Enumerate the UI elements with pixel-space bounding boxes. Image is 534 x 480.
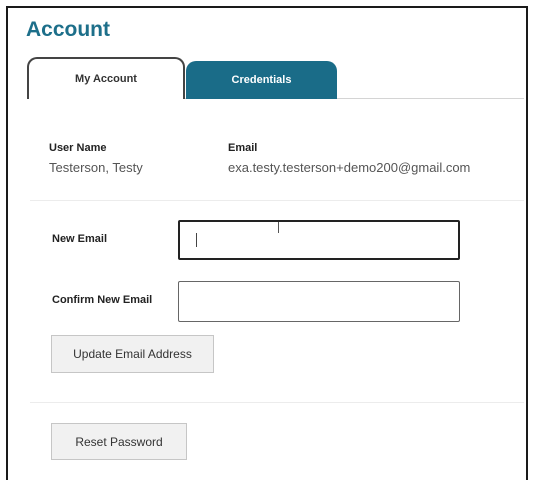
section-divider-2: [30, 402, 524, 403]
update-email-button[interactable]: Update Email Address: [51, 335, 214, 373]
tab-my-account[interactable]: My Account: [27, 57, 185, 99]
page-title: Account: [26, 18, 110, 41]
new-email-label: New Email: [52, 233, 108, 245]
email-value: exa.testy.testerson+demo200@gmail.com: [228, 160, 471, 175]
tab-credentials[interactable]: Credentials: [186, 61, 337, 99]
tab-my-account-label: My Account: [75, 73, 137, 85]
user-name-value: Testerson, Testy: [49, 160, 143, 175]
mouse-ibeam-cursor: [278, 222, 279, 233]
confirm-email-label: Confirm New Email: [52, 294, 153, 306]
text-cursor: [196, 233, 197, 247]
user-name-label: User Name: [49, 142, 107, 154]
email-label: Email: [228, 142, 258, 154]
tab-bar: My Account Credentials: [27, 57, 524, 99]
section-divider: [30, 200, 524, 201]
reset-password-button[interactable]: Reset Password: [51, 423, 187, 460]
tab-credentials-label: Credentials: [231, 74, 292, 86]
confirm-email-input[interactable]: [178, 281, 460, 322]
new-email-input[interactable]: [178, 220, 460, 260]
